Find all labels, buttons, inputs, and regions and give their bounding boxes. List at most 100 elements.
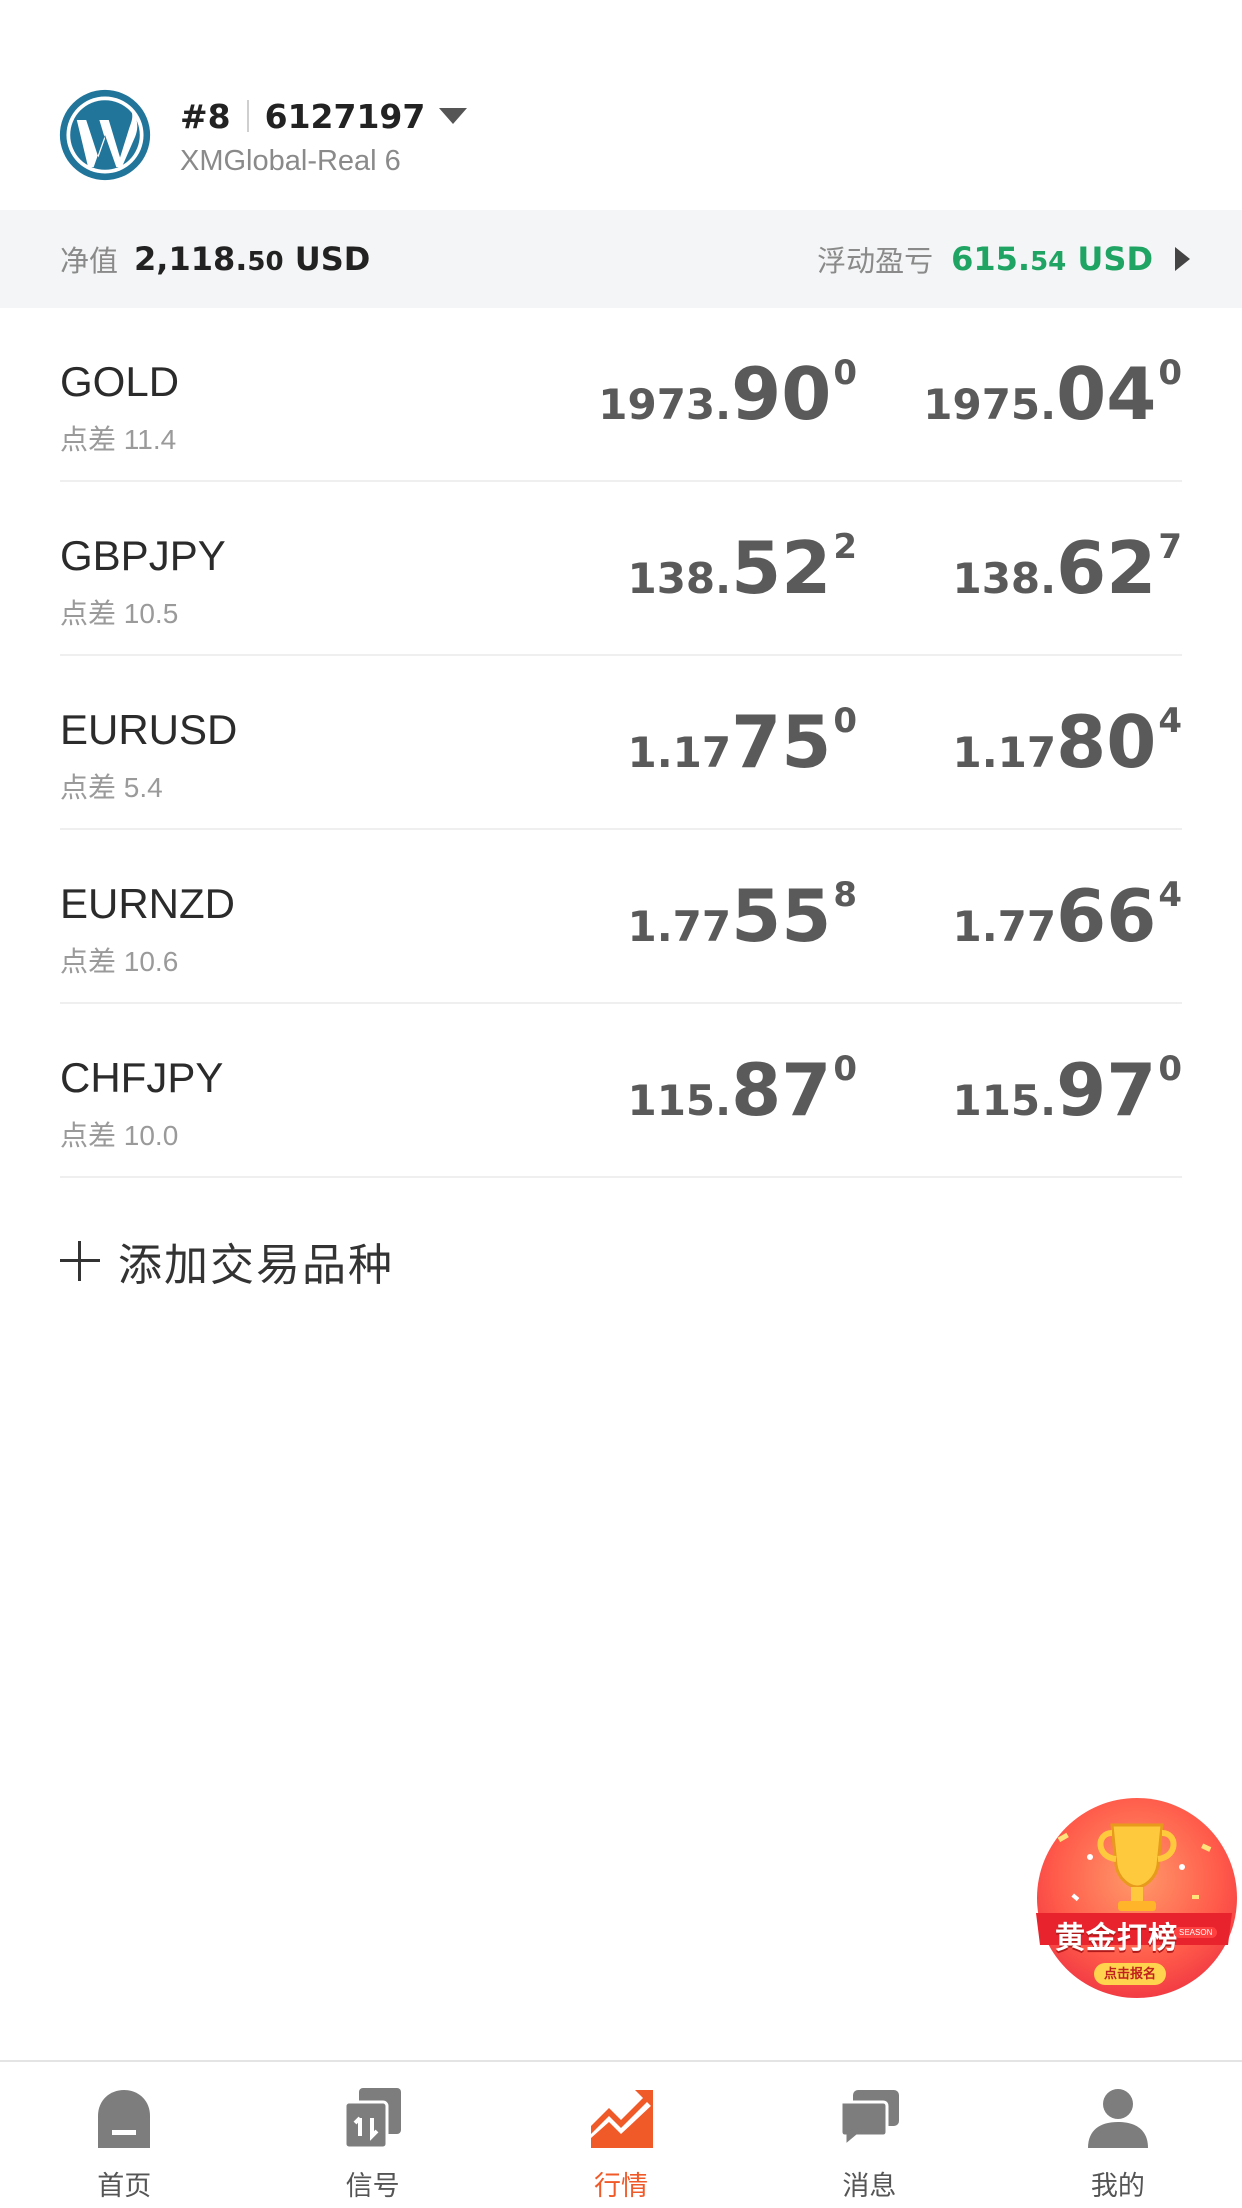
floating-pl-value: 615.54 USD [951, 240, 1153, 278]
symbol-spread: 点差 5.4 [60, 772, 163, 803]
gold-ranking-promo-badge[interactable]: 黄金打榜 SEASON 点击报名 [1032, 1795, 1242, 2000]
equity-summary: 净值 2,118.50 USD [60, 210, 370, 308]
bottom-tab-bar: 首页 信号 行情 消息 我的 [0, 2060, 1242, 2208]
floating-pl-link[interactable]: 浮动盈亏 615.54 USD [817, 210, 1190, 308]
add-symbol-label: 添加交易品种 [118, 1241, 394, 1290]
tab-market-label: 行情 [594, 2171, 649, 2201]
equity-value-small: 50 [247, 247, 284, 277]
symbol-spread: 点差 10.5 [60, 598, 179, 629]
symbol-spread: 点差 10.6 [60, 946, 179, 977]
bid-price[interactable]: 1.17 75 0 [627, 700, 857, 784]
ask-price[interactable]: 138. 62 7 [952, 526, 1182, 610]
bid-price[interactable]: 1973. 90 0 [598, 352, 857, 436]
account-divider [246, 100, 249, 132]
price-head: 138. [952, 554, 1057, 603]
price-fraction: 0 [1158, 353, 1182, 393]
tab-market[interactable]: 行情 [497, 2062, 745, 2208]
price-head: 1.17 [952, 728, 1057, 777]
price-pips: 90 [731, 352, 832, 436]
price-head: 1975. [923, 380, 1057, 429]
quote-list: GOLD 点差 11.4 1973. 90 0 1975. 04 0 GBPJPY 点差… [0, 308, 1242, 1178]
price-fraction: 8 [833, 875, 857, 915]
bid-price[interactable]: 138. 52 2 [627, 526, 857, 610]
promo-title: 黄金打榜 [1055, 1922, 1179, 1955]
promo-subtitle: 点击报名 [1094, 1963, 1166, 1985]
price-fraction: 0 [833, 353, 857, 393]
tab-signal[interactable]: 信号 [248, 2062, 496, 2208]
ask-price[interactable]: 115. 97 0 [952, 1048, 1182, 1132]
equity-currency: USD [283, 240, 371, 278]
price-pips: 66 [1056, 874, 1157, 958]
quote-row-eurnzd[interactable]: EURNZD 点差 10.6 1.77 55 8 1.77 66 4 [60, 830, 1182, 1004]
ask-price[interactable]: 1.17 80 4 [952, 700, 1182, 784]
symbol-name: GOLD [60, 358, 180, 405]
price-head: 1.77 [627, 902, 732, 951]
add-symbol-button[interactable]: 添加交易品种 [60, 1226, 394, 1296]
wordpress-logo-icon [58, 88, 152, 182]
floating-pl-small: 54 [1030, 247, 1067, 277]
symbol-name: EURNZD [60, 880, 235, 927]
symbol-spread: 点差 10.0 [60, 1120, 179, 1151]
price-head: 138. [627, 554, 732, 603]
profile-icon [1086, 2086, 1150, 2150]
price-pips: 52 [731, 526, 832, 610]
price-pips: 04 [1056, 352, 1157, 436]
home-icon [92, 2086, 156, 2150]
symbol-spread: 点差 11.4 [60, 424, 177, 455]
account-index: #8 [180, 96, 231, 136]
dropdown-caret-icon[interactable] [439, 108, 468, 124]
message-icon [837, 2086, 901, 2150]
bid-price[interactable]: 115. 87 0 [627, 1048, 857, 1132]
price-pips: 55 [731, 874, 832, 958]
ask-price[interactable]: 1975. 04 0 [923, 352, 1182, 436]
quote-row-gbpjpy[interactable]: GBPJPY 点差 10.5 138. 52 2 138. 62 7 [60, 482, 1182, 656]
price-head: 1.17 [627, 728, 732, 777]
tab-profile-label: 我的 [1090, 2171, 1145, 2201]
chevron-right-icon [1175, 247, 1190, 271]
tab-home-label: 首页 [97, 2171, 152, 2201]
equity-value-main: 2,118. [134, 240, 248, 278]
floating-pl-currency: USD [1066, 240, 1153, 278]
tab-home[interactable]: 首页 [0, 2062, 248, 2208]
plus-icon [60, 1241, 100, 1281]
tab-profile[interactable]: 我的 [994, 2062, 1242, 2208]
price-fraction: 2 [833, 527, 857, 567]
equity-value: 2,118.50 USD [134, 240, 370, 278]
quote-row-gold[interactable]: GOLD 点差 11.4 1973. 90 0 1975. 04 0 [60, 308, 1182, 482]
account-selector[interactable]: #8 6127197 [180, 92, 468, 140]
price-fraction: 0 [833, 1049, 857, 1089]
symbol-name: CHFJPY [60, 1054, 224, 1101]
price-pips: 97 [1056, 1048, 1157, 1132]
symbol-name: EURUSD [60, 706, 238, 753]
account-number: 6127197 [264, 96, 426, 136]
bid-price[interactable]: 1.77 55 8 [627, 874, 857, 958]
price-head: 115. [952, 1076, 1057, 1125]
symbol-name: GBPJPY [60, 532, 226, 579]
equity-bar: 净值 2,118.50 USD 浮动盈亏 615.54 USD [0, 210, 1242, 308]
quote-row-chfjpy[interactable]: CHFJPY 点差 10.0 115. 87 0 115. 97 0 [60, 1004, 1182, 1178]
price-head: 1973. [598, 380, 732, 429]
account-header: #8 6127197 XMGlobal-Real 6 [0, 0, 1242, 210]
floating-pl-main: 615. [951, 240, 1031, 278]
tab-messages[interactable]: 消息 [745, 2062, 993, 2208]
promo-season: SEASON [1174, 1927, 1218, 1938]
tab-messages-label: 消息 [842, 2171, 897, 2201]
ask-price[interactable]: 1.77 66 4 [952, 874, 1182, 958]
market-chart-icon [589, 2086, 654, 2150]
price-pips: 62 [1056, 526, 1157, 610]
equity-label: 净值 [60, 246, 119, 278]
price-fraction: 4 [1158, 875, 1182, 915]
price-fraction: 7 [1158, 527, 1182, 567]
price-pips: 87 [731, 1048, 832, 1132]
account-server: XMGlobal-Real 6 [180, 145, 401, 177]
quote-row-eurusd[interactable]: EURUSD 点差 5.4 1.17 75 0 1.17 80 4 [60, 656, 1182, 830]
price-pips: 80 [1056, 700, 1157, 784]
floating-pl-label: 浮动盈亏 [817, 246, 934, 278]
price-fraction: 4 [1158, 701, 1182, 741]
price-fraction: 0 [833, 701, 857, 741]
price-head: 1.77 [952, 902, 1057, 951]
signal-icon [341, 2086, 405, 2150]
price-pips: 75 [731, 700, 832, 784]
tab-signal-label: 信号 [345, 2171, 400, 2201]
price-head: 115. [627, 1076, 732, 1125]
